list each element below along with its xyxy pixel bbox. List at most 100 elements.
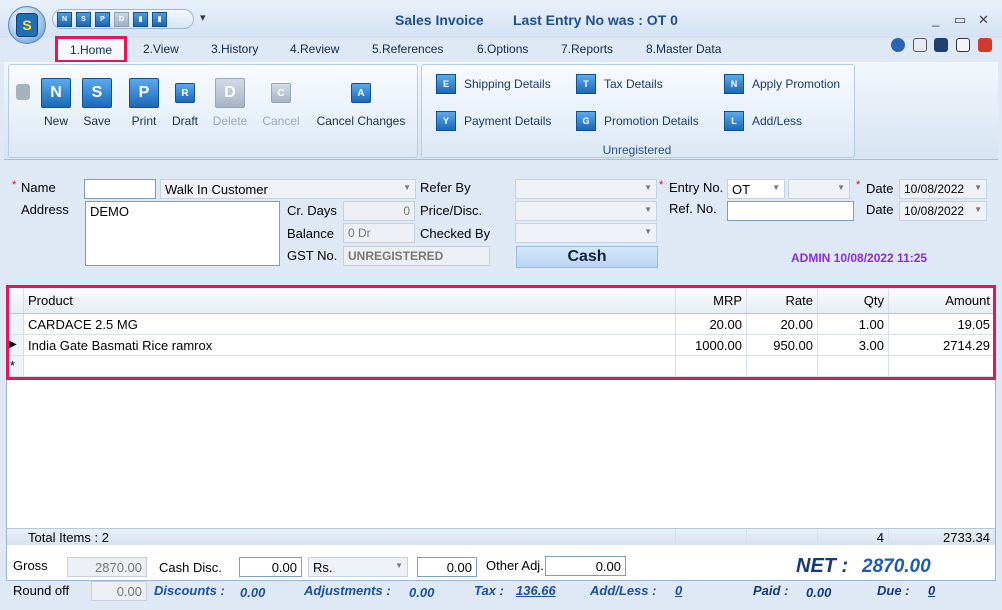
new-row[interactable]: *	[7, 356, 995, 377]
delete-button[interactable]: D Delete	[210, 78, 250, 128]
application-orb-button[interactable]: S	[8, 6, 46, 44]
tax-details-button[interactable]: T Tax Details	[576, 74, 663, 94]
payment-details-button[interactable]: Y Payment Details	[436, 111, 551, 131]
help-icon[interactable]	[891, 38, 905, 52]
checked-by-combo[interactable]: ▼	[515, 223, 657, 243]
add-less-link[interactable]: 0	[675, 583, 682, 598]
new-product-cell[interactable]	[24, 356, 676, 376]
shipping-details-button[interactable]: E Shipping Details	[436, 74, 551, 94]
cancel-button[interactable]: C Cancel	[260, 78, 302, 128]
tax-details-label: Tax Details	[604, 77, 663, 91]
quick-access-toolbar: N S P D ▮ ▮	[52, 9, 194, 29]
qat-tool2-icon[interactable]: ▮	[152, 11, 167, 27]
qat-save-icon[interactable]: S	[76, 11, 91, 27]
new-amount-cell[interactable]	[889, 356, 995, 376]
column-header-amount[interactable]: Amount	[889, 288, 995, 313]
table-row[interactable]: ▶ India Gate Basmati Rice ramrox 1000.00…	[7, 335, 995, 356]
entry-number-dropdown-icon[interactable]: ▼	[837, 183, 845, 192]
ref-no-input[interactable]	[727, 201, 854, 221]
qat-customize-chevron-icon[interactable]: ▾	[200, 11, 206, 24]
add-less-button[interactable]: L Add/Less	[724, 111, 802, 131]
date-required-marker: *	[856, 179, 861, 191]
column-header-mrp[interactable]: MRP	[676, 288, 747, 313]
ref-date-picker[interactable]: 10/08/2022 ▼	[899, 201, 987, 221]
new-qty-cell[interactable]	[818, 356, 889, 376]
ref-date-dropdown-icon[interactable]: ▼	[974, 205, 982, 214]
save-button[interactable]: S Save	[80, 78, 114, 128]
due-link[interactable]: 0	[928, 583, 935, 598]
entry-series-dropdown-icon[interactable]: ▼	[772, 183, 780, 192]
total-qty: 4	[818, 529, 889, 545]
date-picker[interactable]: 10/08/2022 ▼	[899, 179, 987, 199]
cash-disc-unit-dropdown-icon[interactable]: ▼	[395, 561, 403, 570]
column-header-rate[interactable]: Rate	[747, 288, 818, 313]
tab-history[interactable]: 3.History	[211, 39, 258, 61]
qty-cell[interactable]: 1.00	[818, 314, 889, 334]
qat-new-icon[interactable]: N	[57, 11, 72, 27]
close-button[interactable]: ✕	[978, 12, 989, 28]
cash-disc-amount-input[interactable]: 0.00	[417, 557, 477, 577]
draft-button[interactable]: R Draft	[168, 78, 202, 128]
rate-cell[interactable]: 950.00	[747, 335, 818, 355]
price-disc-combo[interactable]: ▼	[515, 201, 657, 221]
column-header-qty[interactable]: Qty	[818, 288, 889, 313]
tax-link[interactable]: 136.66	[516, 583, 556, 598]
restore-button[interactable]: ▭	[954, 12, 966, 28]
new-rate-cell[interactable]	[747, 356, 818, 376]
payment-icon: Y	[436, 111, 456, 131]
new-row-asterisk-icon[interactable]: *	[7, 356, 24, 376]
ref-no-label: Ref. No.	[669, 201, 717, 216]
refer-by-dropdown-icon[interactable]: ▼	[644, 183, 652, 192]
entry-series-combo[interactable]: OT ▼	[727, 179, 785, 199]
exit-icon[interactable]	[978, 38, 992, 52]
refer-by-combo[interactable]: ▼	[515, 179, 657, 199]
settings-icon[interactable]	[913, 38, 927, 52]
column-header-product[interactable]: Product	[24, 288, 676, 313]
cancel-changes-button[interactable]: A Cancel Changes	[314, 78, 408, 128]
promotion-icon: G	[576, 111, 596, 131]
cash-disc-input[interactable]: 0.00	[239, 557, 302, 577]
cash-disc-unit-combo[interactable]: Rs. ▼	[308, 557, 408, 577]
promotion-details-button[interactable]: G Promotion Details	[576, 111, 699, 131]
amount-cell[interactable]: 19.05	[889, 314, 995, 334]
price-disc-dropdown-icon[interactable]: ▼	[644, 205, 652, 214]
mrp-cell[interactable]: 20.00	[676, 314, 747, 334]
customer-code-input[interactable]	[84, 179, 156, 199]
tab-review[interactable]: 4.Review	[290, 39, 339, 61]
cr-days-label: Cr. Days	[287, 203, 337, 218]
table-row[interactable]: CARDACE 2.5 MG 20.00 20.00 1.00 19.05	[7, 314, 995, 335]
tab-home[interactable]: 1.Home	[55, 36, 127, 63]
payment-mode-button[interactable]: Cash	[516, 246, 658, 268]
date-dropdown-icon[interactable]: ▼	[974, 183, 982, 192]
address-textarea[interactable]: DEMO	[85, 201, 280, 266]
minimize-button[interactable]: _	[932, 12, 939, 27]
tab-reports[interactable]: 7.Reports	[561, 39, 613, 61]
checked-by-dropdown-icon[interactable]: ▼	[644, 227, 652, 236]
new-button[interactable]: N New	[38, 78, 74, 128]
product-cell[interactable]: India Gate Basmati Rice ramrox	[24, 335, 676, 355]
qty-cell[interactable]: 3.00	[818, 335, 889, 355]
info-icon[interactable]	[934, 38, 948, 52]
tab-options[interactable]: 6.Options	[477, 39, 528, 61]
mrp-cell[interactable]: 1000.00	[676, 335, 747, 355]
tab-view[interactable]: 2.View	[143, 39, 179, 61]
qat-tool-icon[interactable]: ▮	[133, 11, 148, 27]
customer-name-combo[interactable]: Walk In Customer ▼	[160, 179, 416, 199]
tab-master-data[interactable]: 8.Master Data	[646, 39, 721, 61]
current-row-arrow-icon[interactable]: ▶	[7, 335, 24, 355]
new-mrp-cell[interactable]	[676, 356, 747, 376]
customer-name-dropdown-icon[interactable]: ▼	[403, 183, 411, 192]
notes-icon[interactable]	[956, 38, 970, 52]
tab-references[interactable]: 5.References	[372, 39, 443, 61]
rate-cell[interactable]: 20.00	[747, 314, 818, 334]
apply-promotion-label: Apply Promotion	[752, 77, 841, 91]
qat-print-icon[interactable]: P	[95, 11, 110, 27]
print-button[interactable]: P Print	[127, 78, 161, 128]
row-selector[interactable]	[7, 314, 24, 334]
entry-number-combo[interactable]: ▼	[788, 179, 850, 199]
apply-promotion-button[interactable]: N Apply Promotion	[724, 74, 840, 94]
qat-delete-icon[interactable]: D	[114, 11, 129, 27]
amount-cell[interactable]: 2714.29	[889, 335, 995, 355]
product-cell[interactable]: CARDACE 2.5 MG	[24, 314, 676, 334]
other-adj-input[interactable]: 0.00	[545, 556, 626, 576]
